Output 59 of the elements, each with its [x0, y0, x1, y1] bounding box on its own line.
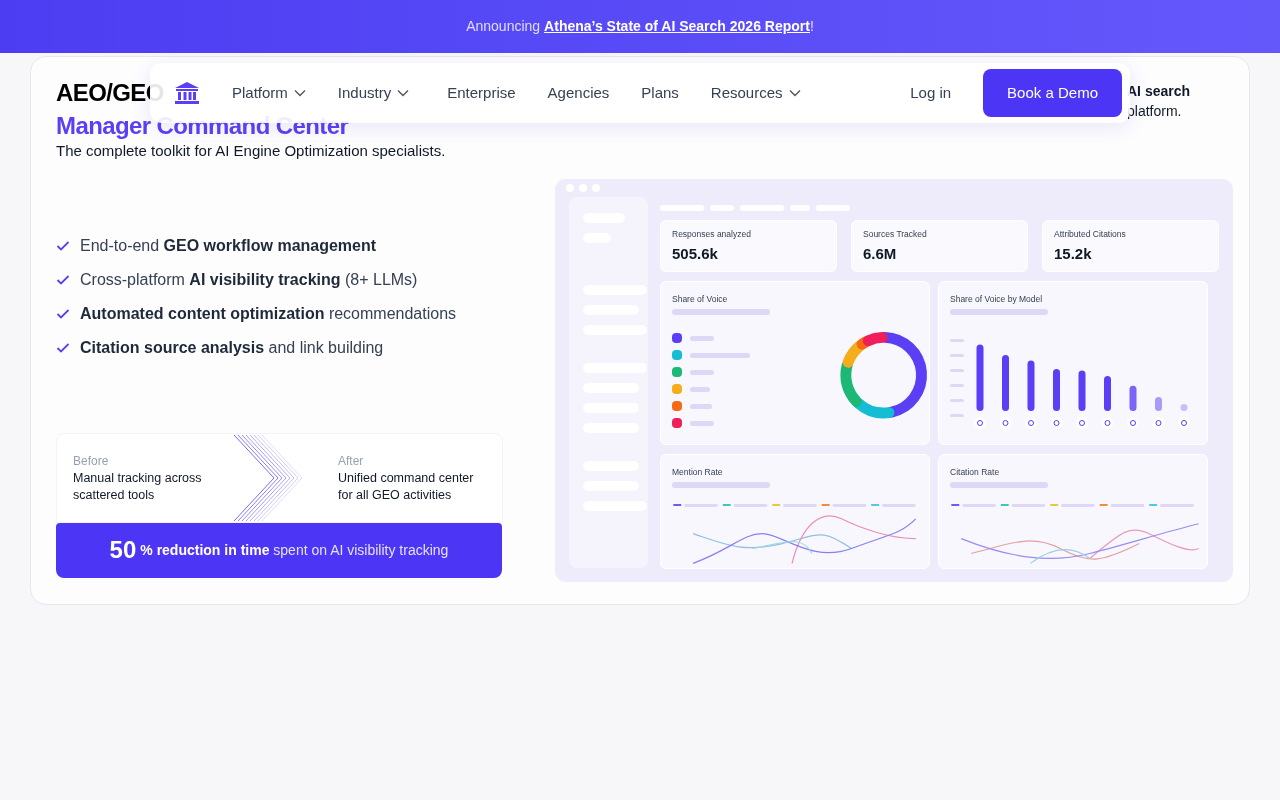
nav-link[interactable]: Resources: [710, 81, 801, 105]
model-icon: [974, 416, 986, 429]
bar: [1027, 360, 1035, 411]
book-demo-button[interactable]: Book a Demo: [983, 69, 1122, 117]
bar: [976, 344, 984, 411]
stat-number: 50: [109, 535, 137, 565]
comparison-text: Unified command center for all GEO activities: [338, 469, 475, 504]
bar: [1155, 396, 1162, 411]
announcement-suffix: !: [809, 17, 814, 36]
bar: [1078, 370, 1086, 411]
check-icon: [56, 239, 70, 252]
panel-title: Share of Voice: [672, 293, 729, 306]
model-icon: [1101, 416, 1114, 429]
comparison-text: Manual tracking across scattered tools: [73, 469, 203, 504]
feature-text: Cross-platform AI visibility tracking (8+ LLMs): [80, 269, 418, 290]
bar: [1002, 354, 1009, 411]
hero-title: AEO/GEO: [56, 78, 164, 108]
model-icon: [1076, 416, 1088, 429]
hero-title: Manager Command Center: [56, 112, 349, 140]
nav-link[interactable]: Industry: [337, 81, 410, 105]
feature-text: Citation source analysis and link building: [80, 337, 384, 358]
metric-label: Attributed Citations: [1054, 228, 1127, 241]
hero-subtitle: The complete toolkit for AI Engine Optimization specialists.: [56, 141, 447, 161]
model-icon: [1178, 416, 1190, 429]
model-icon: [1025, 416, 1037, 429]
model-icon: [1127, 416, 1139, 429]
hero-side-text: platform.: [1127, 102, 1183, 121]
check-icon: [56, 307, 70, 320]
login-link[interactable]: Log in: [910, 81, 952, 105]
panel-title: Share of Voice by Model: [950, 293, 1044, 306]
metric-label: Sources Tracked: [863, 228, 928, 241]
nav-link[interactable]: Plans: [641, 81, 679, 105]
report-link[interactable]: Athena’s State of AI Search 2026 Report: [544, 16, 810, 37]
metric-value: 6.6M: [863, 243, 898, 264]
bar: [1053, 368, 1060, 411]
feature-text: End-to-end GEO workflow management: [80, 235, 377, 256]
announcement-text: Announcing: [466, 17, 541, 36]
feature-text: Automated content optimization recommendations: [80, 303, 457, 324]
nav-link[interactable]: Enterprise: [447, 81, 516, 105]
metric-value: 15.2k: [1054, 243, 1093, 264]
comparison-label: After: [338, 452, 365, 470]
model-icon: [1050, 416, 1063, 429]
bar: [1180, 403, 1188, 411]
stat-text: % reduction in time spent on AI visibility tracking: [140, 540, 449, 560]
bar: [1129, 385, 1137, 411]
check-icon: [56, 273, 70, 286]
panel-title: Citation Rate: [950, 466, 1001, 479]
bank-logo-icon: [174, 81, 200, 105]
comparison-label: Before: [73, 452, 110, 470]
check-icon: [56, 341, 70, 354]
metric-label: Responses analyzed: [672, 228, 752, 241]
model-icon: [1152, 416, 1165, 429]
panel-title: Mention Rate: [672, 466, 724, 479]
bar: [1104, 375, 1111, 411]
nav-link[interactable]: Platform: [232, 81, 306, 105]
hero-side-text: AI search: [1127, 82, 1191, 101]
nav-link[interactable]: Agencies: [547, 81, 610, 105]
model-icon: [999, 416, 1012, 429]
metric-value: 505.6k: [672, 243, 719, 264]
